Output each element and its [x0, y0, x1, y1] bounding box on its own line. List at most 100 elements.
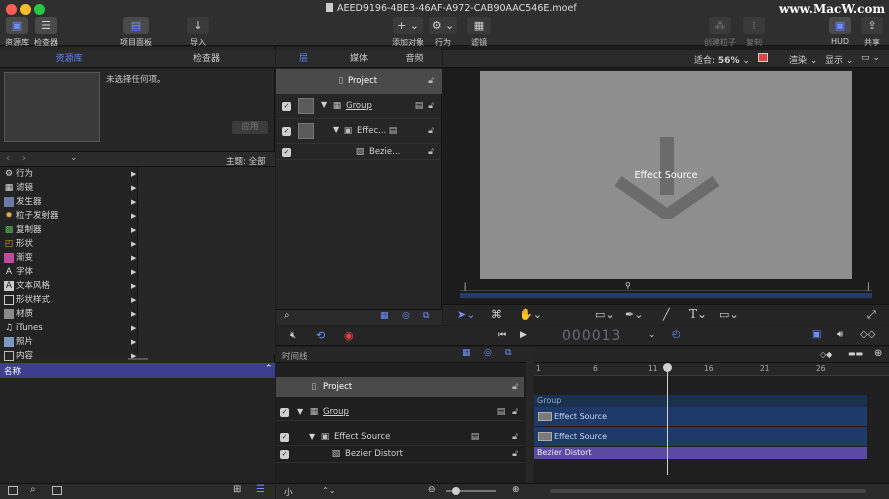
zoom-popup[interactable]: 适合: 56% ⌄: [694, 53, 750, 66]
layer-enable-checkbox[interactable]: ✓: [280, 450, 289, 459]
category-text-styles[interactable]: A 文本风格 ▶: [0, 279, 138, 293]
snapping-icon[interactable]: ▬▬: [848, 349, 863, 358]
zoom-out-icon[interactable]: ⊖: [428, 485, 436, 495]
lock-icon[interactable]: 🔓︎: [510, 407, 520, 417]
layer-row-group[interactable]: ✓ ▼ ▦ Group ▤ 🔓︎: [276, 94, 441, 119]
category-photos[interactable]: 照片 ▶: [0, 335, 138, 349]
canvas-text[interactable]: Effect Source: [480, 170, 852, 181]
library-button[interactable]: ▣ 资源库: [4, 17, 30, 48]
horizontal-scrollbar[interactable]: [550, 489, 866, 493]
tab-audio[interactable]: 音频: [387, 50, 442, 68]
hud-button[interactable]: ▣ HUD: [826, 17, 854, 46]
fullscreen-icon[interactable]: ⤢: [867, 308, 876, 322]
category-materials[interactable]: 材质 ▶: [0, 307, 138, 321]
lock-icon[interactable]: 🔓︎: [426, 101, 436, 111]
category-filters[interactable]: ▦ 滤镜 ▶: [0, 181, 138, 195]
timeline-row-group[interactable]: ✓ ▼ ▦ Group ▤ 🔓︎: [276, 403, 524, 421]
size-stepper-icon[interactable]: ⌃⌄: [322, 486, 335, 495]
category-shape-styles[interactable]: 形状样式 ▶: [0, 293, 138, 307]
mask-icon[interactable]: ◎: [402, 311, 410, 321]
category-behaviors[interactable]: ⚙ 行为 ▶: [0, 167, 138, 181]
loop-icon[interactable]: ⟲: [316, 329, 325, 342]
playhead-icon[interactable]: ⚲: [625, 281, 631, 290]
new-group-icon[interactable]: ⧉: [423, 311, 429, 321]
go-to-start-icon[interactable]: ⏮: [498, 330, 506, 340]
paint-stroke-icon[interactable]: ╱: [663, 308, 670, 321]
behaviors-button[interactable]: ⚙ ⌄ 行为: [428, 17, 458, 48]
category-content[interactable]: 内容 ▶: [0, 349, 138, 363]
tab-layers[interactable]: 层: [276, 50, 331, 68]
lock-icon[interactable]: 🔓︎: [510, 449, 520, 459]
clip-effect-source-2[interactable]: Effect Source: [534, 427, 867, 446]
new-group-icon[interactable]: ⧉: [505, 348, 511, 358]
lock-icon[interactable]: 🔓︎: [510, 432, 520, 442]
timeline-toggle-icon[interactable]: ▣: [812, 329, 821, 340]
resize-handle[interactable]: [128, 358, 148, 360]
mute-icon[interactable]: 🔇︎: [290, 330, 296, 341]
layer-enable-checkbox[interactable]: ✓: [282, 127, 291, 136]
clip-bezier-distort[interactable]: Bezier Distort: [534, 447, 867, 459]
clip-group[interactable]: Group: [534, 395, 867, 407]
mask-icon[interactable]: ◎: [484, 348, 492, 358]
make-particles-button[interactable]: ⁂ 创建粒子: [702, 17, 738, 48]
category-shapes[interactable]: ◰ 形状 ▶: [0, 237, 138, 251]
icon-view-icon[interactable]: ⊞: [233, 484, 241, 495]
import-button[interactable]: ↓ 导入: [184, 17, 212, 48]
lock-icon[interactable]: 🔓︎: [426, 76, 436, 86]
timeline-row-effect-source[interactable]: ✓ ▼ ▣ Effect Source ▤ 🔓︎: [276, 429, 524, 446]
add-object-button[interactable]: + ⌄ 添加对象: [390, 17, 426, 48]
disclosure-triangle-icon[interactable]: ▼: [321, 100, 327, 109]
apply-button[interactable]: 应用: [232, 121, 268, 134]
out-point-icon[interactable]: ▏: [868, 283, 873, 291]
timecode-format-icon[interactable]: ◴: [672, 329, 681, 340]
channels-icon[interactable]: [758, 53, 768, 62]
timecode-display[interactable]: 000013: [562, 328, 621, 344]
play-icon[interactable]: ▶: [520, 330, 527, 340]
text-tool-icon[interactable]: T⌄: [689, 307, 707, 321]
list-view-icon[interactable]: ☰: [256, 484, 265, 495]
zoom-window-button[interactable]: [34, 4, 45, 15]
timeline-ruler[interactable]: 1 6 11 16 21 26: [534, 363, 889, 376]
category-gradients[interactable]: 渐变 ▶: [0, 251, 138, 265]
view-layout-icon[interactable]: ▭ ⌄: [861, 53, 880, 63]
filters-button[interactable]: ▦ 滤镜: [464, 17, 494, 48]
tab-inspector[interactable]: 检查器: [138, 50, 275, 68]
disclosure-triangle-icon[interactable]: ▼: [297, 407, 303, 416]
timeline-project-row[interactable]: ▯ Project 🔓︎: [276, 377, 524, 397]
tab-library[interactable]: 资源库: [0, 50, 138, 68]
minimize-window-button[interactable]: [20, 4, 31, 15]
layer-enable-checkbox[interactable]: ✓: [280, 433, 289, 442]
render-popup[interactable]: 渲染 ⌄: [789, 53, 817, 66]
project-row[interactable]: ▯ Project 🔓︎: [276, 69, 442, 94]
share-button[interactable]: ⇪ 共享: [858, 17, 886, 48]
adjust-tool-icon[interactable]: ⌘: [491, 308, 502, 321]
project-pane-button[interactable]: ▤ 项目面板: [118, 17, 154, 48]
name-header[interactable]: 名称 ⌃: [0, 363, 275, 378]
bezier-tool-icon[interactable]: ✒⌄: [625, 308, 643, 321]
record-icon[interactable]: ◉: [344, 329, 354, 342]
tab-media[interactable]: 媒体: [331, 50, 387, 68]
in-point-icon[interactable]: ▕: [460, 283, 465, 291]
category-fonts[interactable]: A 字体 ▶: [0, 265, 138, 279]
replicate-button[interactable]: ⁞ 复制: [740, 17, 768, 48]
lock-icon[interactable]: 🔓︎: [426, 147, 436, 157]
search-icon[interactable]: ⌕: [284, 310, 290, 321]
category-generators[interactable]: 发生器 ▶: [0, 195, 138, 209]
category-particle-emitters[interactable]: ✹ 粒子发射器 ▶: [0, 209, 138, 223]
preview-toggle-icon[interactable]: [52, 486, 62, 495]
search-icon[interactable]: ⌕: [30, 484, 36, 495]
layer-row-effect-source[interactable]: ✓ ▼ ▣ Effec... ▤ 🔓︎: [276, 119, 441, 144]
back-arrow-icon[interactable]: ‹: [6, 153, 10, 164]
forward-arrow-icon[interactable]: ›: [22, 153, 26, 164]
zoom-slider-knob[interactable]: [452, 487, 460, 495]
layer-enable-checkbox[interactable]: ✓: [282, 102, 291, 111]
layer-enable-checkbox[interactable]: ✓: [282, 148, 291, 157]
sort-ascending-icon[interactable]: ⌃: [265, 364, 273, 374]
lock-icon[interactable]: 🔓︎: [510, 382, 520, 392]
disclosure-triangle-icon[interactable]: ▼: [309, 432, 315, 441]
lock-icon[interactable]: 🔓︎: [426, 126, 436, 136]
disclosure-triangle-icon[interactable]: ▼: [333, 125, 339, 134]
display-popup[interactable]: 显示 ⌄: [825, 53, 853, 66]
mini-timeline[interactable]: ▕ ⚲ ▏: [460, 281, 873, 291]
mask-tool-icon[interactable]: ▭⌄: [719, 308, 739, 321]
